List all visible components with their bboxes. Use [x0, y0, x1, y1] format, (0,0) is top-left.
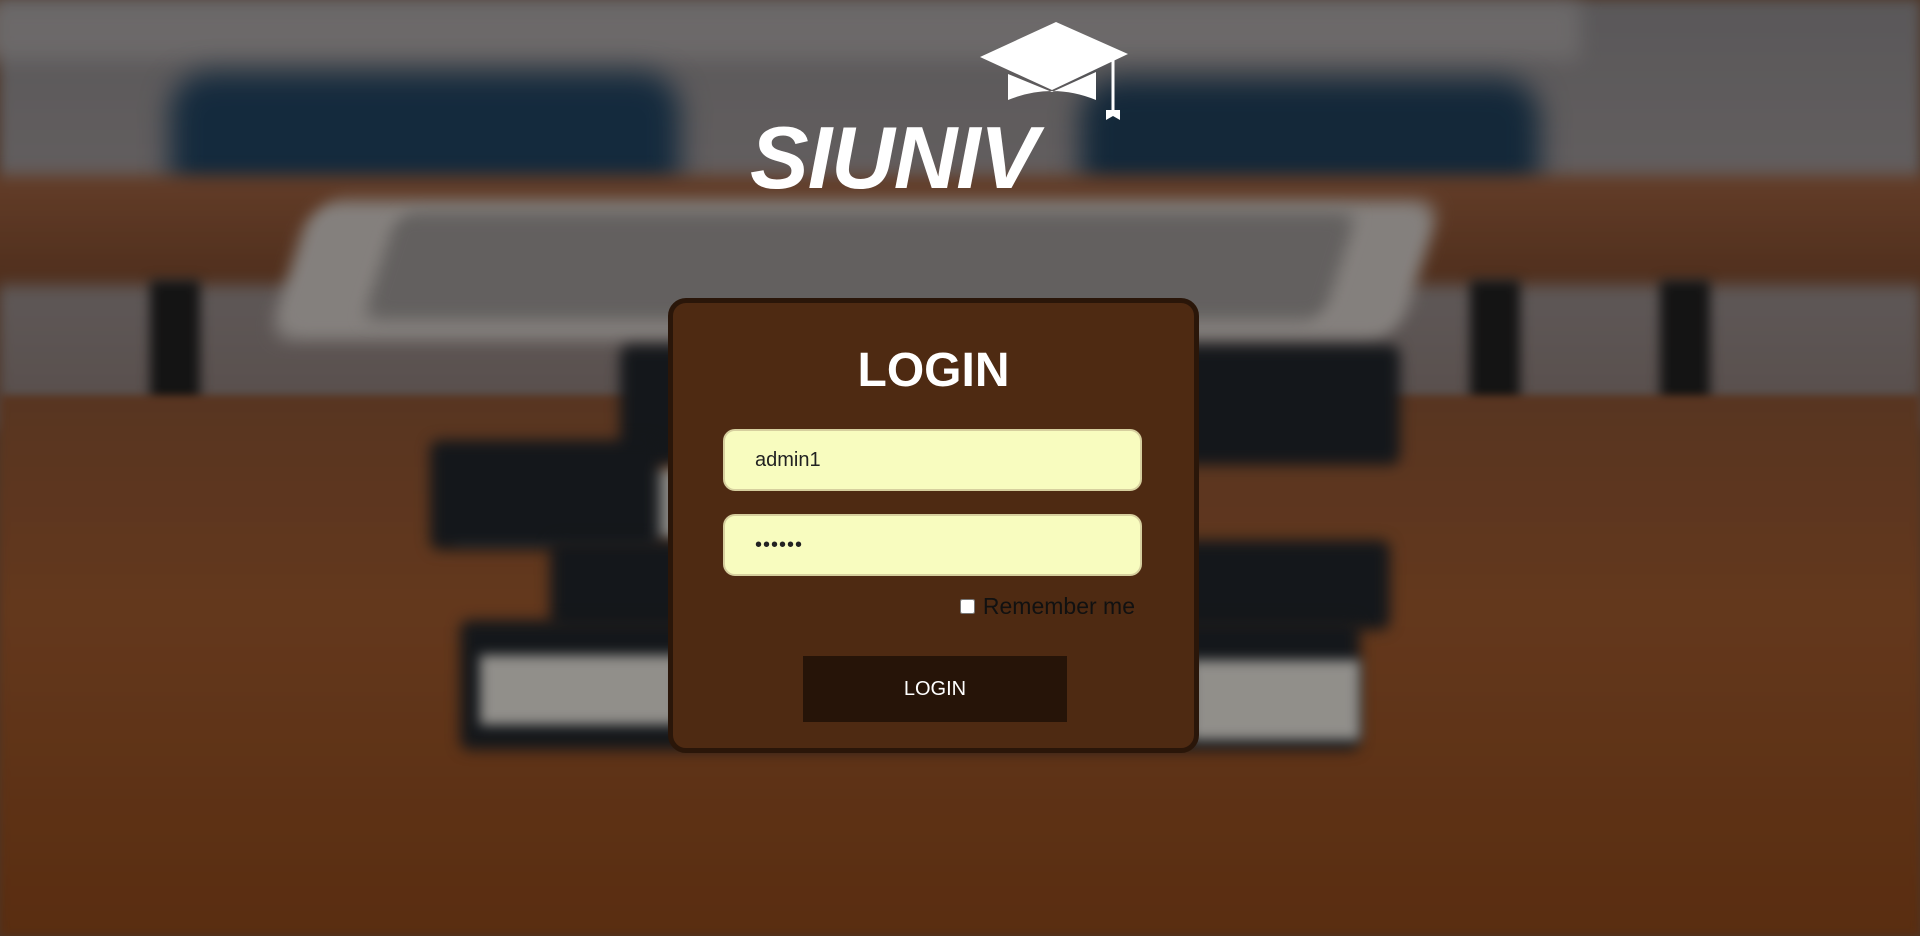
remember-me[interactable]: Remember me: [959, 593, 1135, 620]
password-input[interactable]: [723, 514, 1142, 576]
login-page: SIUNIV LOGIN Remember me LOGIN: [0, 0, 1920, 936]
remember-me-checkbox[interactable]: [959, 599, 975, 614]
username-input[interactable]: [723, 429, 1142, 491]
login-title: LOGIN: [857, 344, 1010, 397]
login-card: LOGIN Remember me LOGIN: [668, 298, 1199, 753]
login-button[interactable]: LOGIN: [803, 656, 1067, 722]
graduation-cap-icon: [980, 22, 1128, 120]
logo-text: SIUNIV: [750, 108, 1038, 207]
remember-me-label: Remember me: [982, 593, 1135, 619]
site-logo[interactable]: SIUNIV: [750, 22, 1130, 202]
